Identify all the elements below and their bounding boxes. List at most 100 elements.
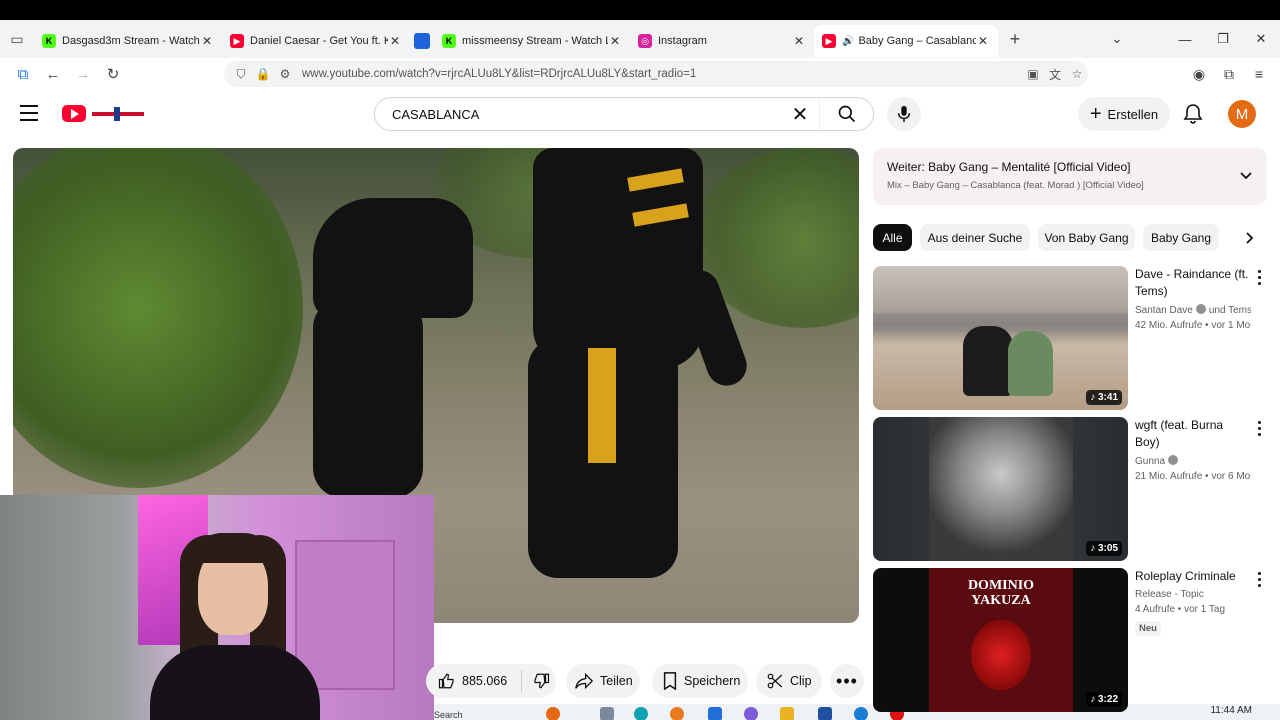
- dislike-button[interactable]: [532, 672, 550, 690]
- browser-tab-3[interactable]: [410, 25, 434, 57]
- window-close-icon[interactable]: ✕: [1242, 31, 1280, 47]
- new-tab-icon[interactable]: +: [998, 29, 1032, 50]
- reload-icon[interactable]: ↻: [98, 65, 128, 83]
- recommendation-card[interactable]: ♪ 3:41 Dave - Raindance (ft. Tems) Santa…: [873, 266, 1267, 411]
- taskbar-app-icon[interactable]: [546, 707, 560, 720]
- taskbar-app-icon[interactable]: [600, 707, 614, 720]
- scissors-icon: [766, 672, 784, 690]
- share-icon: [574, 672, 594, 690]
- duration-badge: ♪ 3:41: [1086, 390, 1122, 405]
- video-title[interactable]: Dave - Raindance (ft. Tems): [1135, 266, 1251, 300]
- channel-name[interactable]: Release - Topic: [1135, 589, 1251, 600]
- menu-icon[interactable]: ≡: [1244, 66, 1274, 82]
- more-vert-icon[interactable]: [1253, 419, 1265, 437]
- hamburger-menu-icon[interactable]: [20, 105, 38, 121]
- video-title[interactable]: wgft (feat. Burna Boy): [1135, 417, 1251, 451]
- notifications-bell-icon[interactable]: [1181, 102, 1205, 126]
- search-box[interactable]: CASABLANCA ✕: [374, 97, 874, 131]
- taskbar-app-icon[interactable]: [708, 707, 722, 720]
- video-meta: Dave - Raindance (ft. Tems) Santan Dave u…: [1135, 266, 1251, 331]
- restore-icon[interactable]: ❐: [1204, 31, 1242, 47]
- site-settings-icon[interactable]: ⚙: [274, 67, 296, 81]
- more-vert-icon[interactable]: [1253, 268, 1265, 286]
- taskbar-app-icon[interactable]: [670, 707, 684, 720]
- tab-title: Dasgasd3m Stream - Watch Live: [62, 35, 200, 47]
- close-tab-icon[interactable]: ✕: [200, 34, 214, 48]
- channel-name[interactable]: Gunna: [1135, 455, 1251, 467]
- browser-tab-2[interactable]: ▶ Daniel Caesar - Get You ft. Kali U ✕: [222, 25, 410, 57]
- browser-tab-strip: ▭ K Dasgasd3m Stream - Watch Live ✕ ▶ Da…: [0, 20, 1280, 58]
- taskbar-app-icon[interactable]: [634, 707, 648, 720]
- browser-tab-4[interactable]: K missmeensy Stream - Watch Live ✕: [434, 25, 630, 57]
- lock-icon[interactable]: 🔒: [252, 67, 274, 81]
- tab-title: Instagram: [658, 35, 707, 47]
- video-scene-bush: [13, 148, 303, 488]
- screen: ▭ K Dasgasd3m Stream - Watch Live ✕ ▶ Da…: [0, 0, 1280, 720]
- tab-actions-icon[interactable]: ▭: [0, 20, 34, 58]
- more-actions-icon[interactable]: •••: [830, 664, 864, 698]
- browser-tab-1[interactable]: K Dasgasd3m Stream - Watch Live ✕: [34, 25, 222, 57]
- avatar[interactable]: M: [1228, 100, 1256, 128]
- channel-name[interactable]: Santan Daveund Tems...: [1135, 304, 1251, 316]
- clear-search-icon[interactable]: ✕: [781, 102, 819, 127]
- translate-icon[interactable]: 文: [1044, 66, 1066, 83]
- browser-tab-5[interactable]: ◎ Instagram ✕: [630, 25, 814, 57]
- chip-all[interactable]: Alle: [873, 224, 912, 251]
- taskbar-search[interactable]: Search: [434, 710, 463, 720]
- tracking-shield-icon[interactable]: ⛉: [230, 67, 252, 82]
- chip-from-artist[interactable]: Von Baby Gang: [1038, 224, 1135, 251]
- create-button[interactable]: + Erstellen: [1078, 97, 1170, 131]
- window-controls: ⌄ — ❐ ✕: [1098, 20, 1280, 58]
- taskbar-app-icon[interactable]: [818, 707, 832, 720]
- close-tab-icon[interactable]: ✕: [608, 34, 622, 48]
- search-button[interactable]: [819, 98, 873, 130]
- close-tab-icon[interactable]: ✕: [976, 34, 990, 48]
- chip-artist[interactable]: Baby Gang: [1143, 224, 1219, 251]
- duration-badge: ♪ 3:05: [1086, 541, 1122, 556]
- video-thumbnail[interactable]: ♪ 3:05: [873, 417, 1128, 561]
- taskbar-app-icon[interactable]: [780, 707, 794, 720]
- like-count: 885.066: [462, 674, 508, 688]
- playlist-up-next-panel[interactable]: Weiter: Baby Gang – Mentalité [Official …: [873, 148, 1267, 205]
- clip-button[interactable]: Clip: [756, 664, 822, 698]
- youtube-logo-icon[interactable]: [62, 105, 86, 122]
- like-dislike-group: 885.066: [426, 664, 556, 698]
- extensions-icon[interactable]: ⧉: [1214, 66, 1244, 83]
- video-title[interactable]: Roleplay Criminale: [1135, 568, 1251, 585]
- recommendation-card[interactable]: ♪ 3:05 wgft (feat. Burna Boy) Gunna 21 M…: [873, 417, 1267, 562]
- like-button[interactable]: [438, 672, 456, 690]
- tab-title: missmeensy Stream - Watch Live: [462, 35, 608, 47]
- chevron-right-icon[interactable]: [1235, 224, 1263, 251]
- video-thumbnail[interactable]: ♪ 3:41: [873, 266, 1128, 410]
- search-input[interactable]: CASABLANCA: [375, 107, 781, 122]
- tab-list-icon[interactable]: ⌄: [1098, 31, 1136, 47]
- close-tab-icon[interactable]: ✕: [388, 34, 402, 48]
- url-text[interactable]: www.youtube.com/watch?v=rjrcALUu8LY&list…: [302, 68, 1022, 80]
- back-icon[interactable]: ←: [38, 66, 68, 83]
- browser-tab-6-active[interactable]: ▶ 🔊 Baby Gang – Casablanca (fe ✕: [814, 25, 998, 57]
- bookmark-star-icon[interactable]: ☆: [1066, 67, 1088, 81]
- video-stats: 21 Mio. Aufrufe • vor 6 Mon...: [1135, 471, 1251, 482]
- taskbar-app-icon[interactable]: [744, 707, 758, 720]
- taskbar-app-icon[interactable]: [854, 707, 868, 720]
- save-button[interactable]: Speichern: [652, 664, 748, 698]
- uk-flag-logo[interactable]: [92, 107, 144, 121]
- share-button[interactable]: Teilen: [566, 664, 640, 698]
- more-vert-icon[interactable]: [1253, 570, 1265, 588]
- chevron-down-icon[interactable]: [1239, 168, 1253, 187]
- new-badge: Neu: [1135, 621, 1161, 636]
- thumb-dragon: [971, 620, 1031, 690]
- up-next-title: Weiter: Baby Gang – Mentalité [Official …: [887, 160, 1131, 174]
- address-bar[interactable]: ⛉ 🔒 ⚙ www.youtube.com/watch?v=rjrcALUu8L…: [224, 61, 1088, 87]
- forward-icon[interactable]: →: [68, 66, 98, 83]
- reader-view-icon[interactable]: ▣: [1022, 67, 1044, 81]
- voice-search-button[interactable]: [887, 97, 921, 131]
- close-tab-icon[interactable]: ✕: [792, 34, 806, 48]
- chip-from-search[interactable]: Aus deiner Suche: [920, 224, 1030, 251]
- workspaces-icon[interactable]: ⧉: [8, 66, 38, 83]
- speaker-icon[interactable]: 🔊: [842, 36, 854, 47]
- video-thumbnail[interactable]: DOMINIO YAKUZA ♪ 3:22: [873, 568, 1128, 712]
- account-icon[interactable]: ◉: [1184, 66, 1214, 83]
- recommendation-card[interactable]: DOMINIO YAKUZA ♪ 3:22 Roleplay Criminale…: [873, 568, 1267, 713]
- minimize-icon[interactable]: —: [1166, 32, 1204, 47]
